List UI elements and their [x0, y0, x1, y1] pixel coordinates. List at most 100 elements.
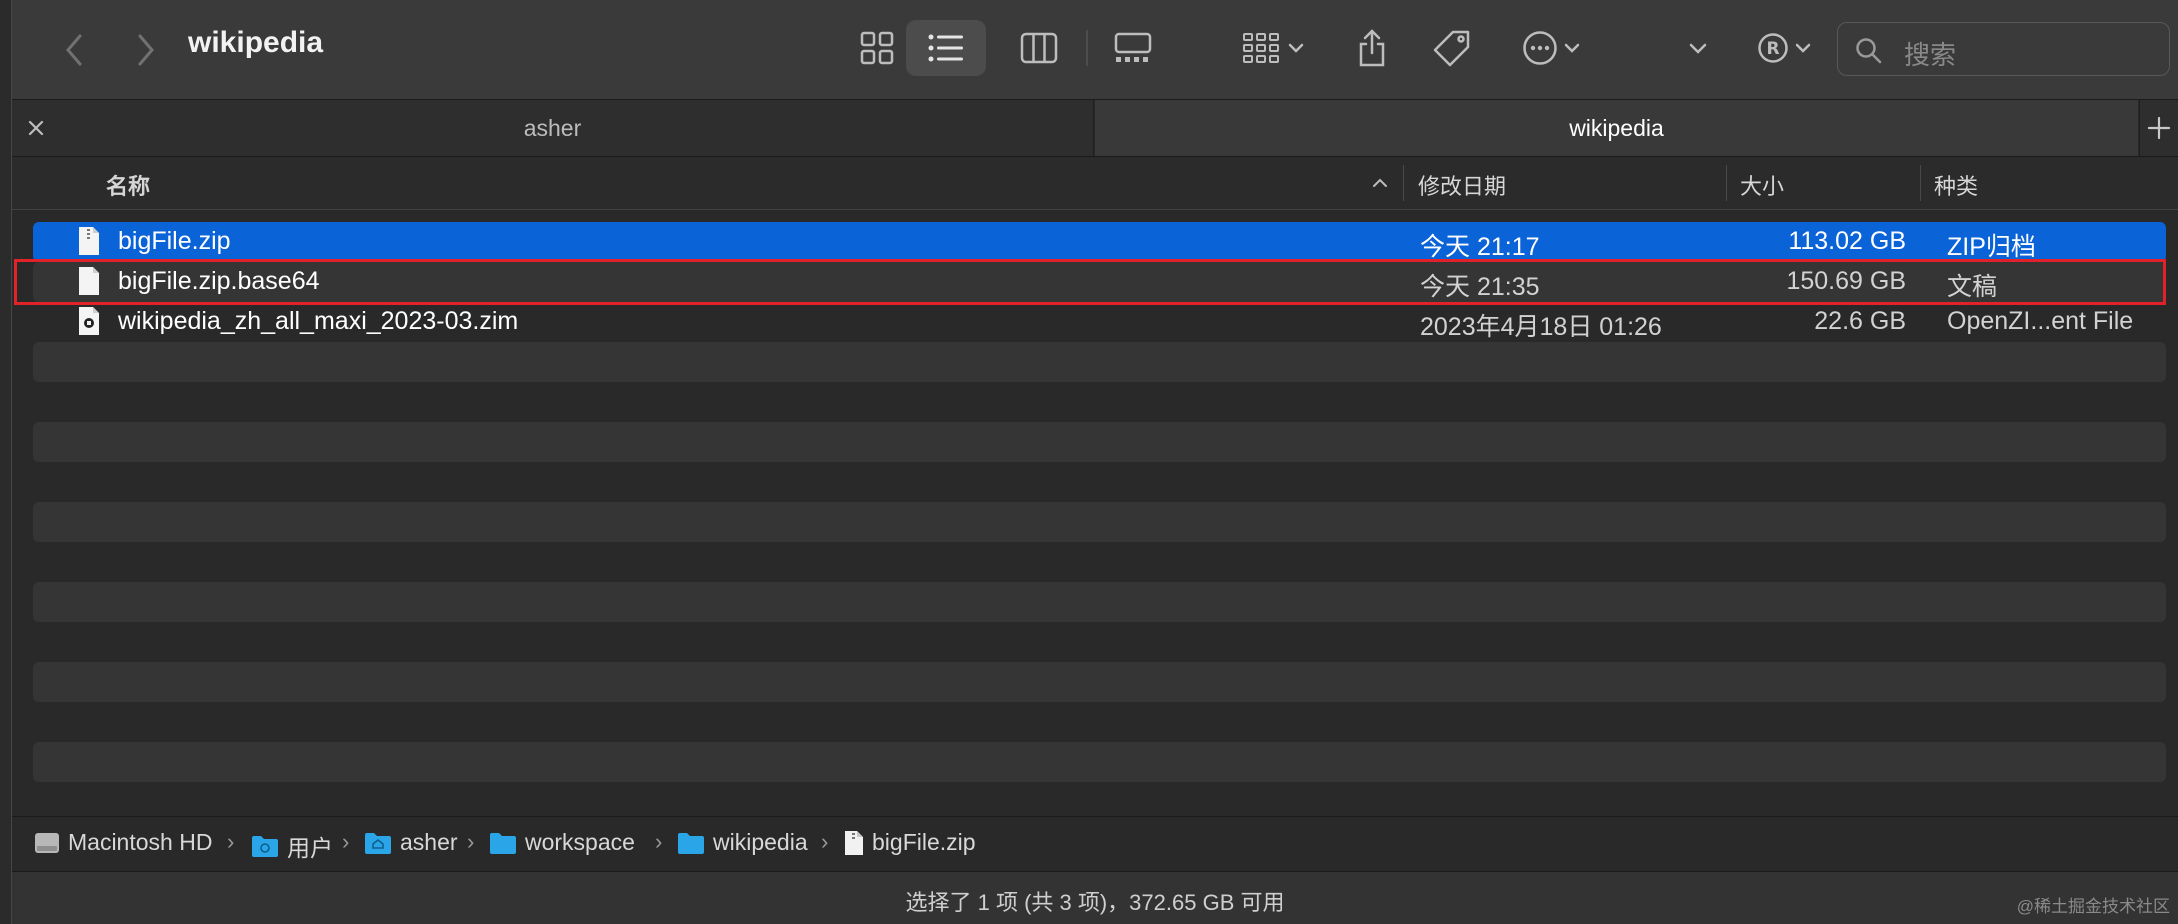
tab-wikipedia[interactable]: wikipedia	[1095, 100, 2138, 156]
column-view-button[interactable]	[1004, 20, 1074, 76]
path-item-users[interactable]: 用户	[251, 829, 333, 863]
path-item-workspace[interactable]: workspace	[489, 829, 635, 856]
gallery-view-button[interactable]	[1098, 20, 1168, 76]
chevron-left-icon	[66, 34, 82, 66]
list-view-button[interactable]	[906, 20, 986, 76]
file-row-wikipedia-zim[interactable]: wikipedia_zh_all_maxi_2023-03.zim 2023年4…	[33, 302, 2166, 342]
file-name: bigFile.zip.base64	[118, 267, 320, 295]
file-name: wikipedia_zh_all_maxi_2023-03.zim	[118, 307, 519, 335]
path-item-wikipedia[interactable]: wikipedia	[677, 829, 808, 856]
file-size: 150.69 GB	[1786, 267, 1906, 295]
gallery-icon	[1114, 32, 1152, 62]
tab-asher[interactable]: asher	[12, 100, 1094, 156]
file-icon	[845, 830, 863, 855]
empty-row	[33, 662, 2166, 702]
window-title: wikipedia	[188, 26, 324, 59]
file-list: bigFile.zip 今天 21:17 113.02 GB ZIP归档 big…	[12, 210, 2178, 815]
path-item-label: workspace	[525, 829, 635, 855]
chevron-down-icon	[1795, 43, 1811, 53]
toolbar-overflow-button[interactable]	[1678, 20, 1718, 76]
new-tab-button[interactable]	[2139, 100, 2178, 156]
file-kind: OpenZI...ent File	[1947, 307, 2134, 335]
tab-label: wikipedia	[1569, 114, 1664, 141]
plus-icon	[2147, 116, 2171, 140]
group-icon	[1243, 33, 1279, 63]
file-date: 2023年4月18日 01:26	[1420, 313, 1662, 341]
toolbar-separator	[1086, 30, 1088, 66]
path-item-label: asher	[400, 829, 458, 855]
tag-icon	[1433, 30, 1470, 67]
file-name: bigFile.zip	[118, 227, 231, 255]
folder-icon	[252, 836, 278, 857]
file-kind: ZIP归档	[1947, 233, 2036, 261]
columns-icon	[1020, 32, 1058, 64]
folder-icon	[490, 832, 516, 854]
watermark: @稀土掘金技术社区	[2016, 897, 2170, 916]
path-separator: ›	[227, 829, 235, 854]
path-item-label: bigFile.zip	[872, 829, 976, 855]
search-placeholder: 搜索	[1904, 40, 1957, 70]
path-item-asher[interactable]: asher	[364, 829, 458, 856]
folder-icon	[678, 832, 704, 854]
path-bar: Macintosh HD › 用户 › asher › workspace ›	[12, 816, 2178, 872]
file-row-bigfile-base64[interactable]: bigFile.zip.base64 今天 21:35 150.69 GB 文稿	[33, 262, 2166, 302]
hard-drive-icon	[35, 832, 59, 853]
file-size: 113.02 GB	[1788, 227, 1906, 255]
share-button[interactable]	[1342, 20, 1402, 76]
empty-row	[33, 422, 2166, 462]
forward-button[interactable]	[124, 28, 168, 72]
empty-row	[33, 342, 2166, 382]
column-header: 名称 修改日期 大小 种类	[12, 157, 2178, 210]
chevron-down-icon	[1288, 43, 1304, 53]
home-folder-icon	[365, 832, 391, 854]
toolbar: wikipedia R 搜索	[12, 0, 2178, 100]
empty-row	[33, 582, 2166, 622]
column-divider[interactable]	[1920, 165, 1921, 201]
zim-file-icon	[79, 307, 99, 335]
path-item-macintosh-hd[interactable]: Macintosh HD	[34, 829, 212, 856]
path-separator: ›	[342, 829, 350, 854]
sort-ascending-icon	[1373, 178, 1387, 187]
empty-row	[33, 742, 2166, 782]
column-kind[interactable]: 种类	[1934, 169, 1978, 201]
chevron-down-icon	[1689, 43, 1707, 54]
action-button[interactable]	[1506, 20, 1596, 76]
registered-icon: R	[1758, 33, 1788, 63]
path-item-bigfile-zip[interactable]: bigFile.zip	[844, 829, 976, 856]
column-divider[interactable]	[1726, 165, 1727, 201]
column-divider[interactable]	[1403, 165, 1404, 201]
zip-file-icon	[79, 227, 99, 255]
file-kind: 文稿	[1947, 273, 1998, 301]
column-size[interactable]: 大小	[1740, 169, 1784, 201]
grid-icon	[860, 31, 894, 65]
path-item-label: wikipedia	[713, 829, 808, 855]
path-item-label: Macintosh HD	[68, 829, 213, 855]
tag-button[interactable]	[1422, 20, 1482, 76]
file-date: 今天 21:35	[1420, 273, 1540, 301]
file-date: 今天 21:17	[1420, 233, 1540, 261]
path-item-label: 用户	[287, 835, 333, 861]
icon-view-button[interactable]	[842, 20, 912, 76]
empty-row	[33, 502, 2166, 542]
list-icon	[928, 34, 963, 62]
more-icon	[1523, 31, 1557, 65]
tab-label: asher	[523, 114, 582, 141]
share-icon	[1359, 29, 1385, 67]
search-icon	[1856, 38, 1882, 64]
column-date[interactable]: 修改日期	[1418, 169, 1506, 201]
column-name[interactable]: 名称	[106, 169, 150, 201]
status-text: 选择了 1 项 (共 3 项)，372.65 GB 可用	[905, 890, 1285, 915]
chevron-down-icon	[1564, 43, 1580, 53]
tab-bar: asher wikipedia	[12, 100, 2178, 157]
close-icon[interactable]	[22, 114, 50, 142]
search-field[interactable]: 搜索	[1837, 22, 2170, 76]
path-separator: ›	[655, 829, 663, 854]
back-button[interactable]	[52, 28, 96, 72]
extension-button[interactable]: R	[1744, 20, 1824, 76]
svg-text:R: R	[1766, 39, 1779, 59]
document-file-icon	[79, 267, 99, 295]
group-button[interactable]	[1228, 20, 1318, 76]
file-size: 22.6 GB	[1814, 307, 1906, 335]
file-row-bigfile-zip[interactable]: bigFile.zip 今天 21:17 113.02 GB ZIP归档	[33, 222, 2166, 262]
window-left-edge	[0, 0, 12, 924]
